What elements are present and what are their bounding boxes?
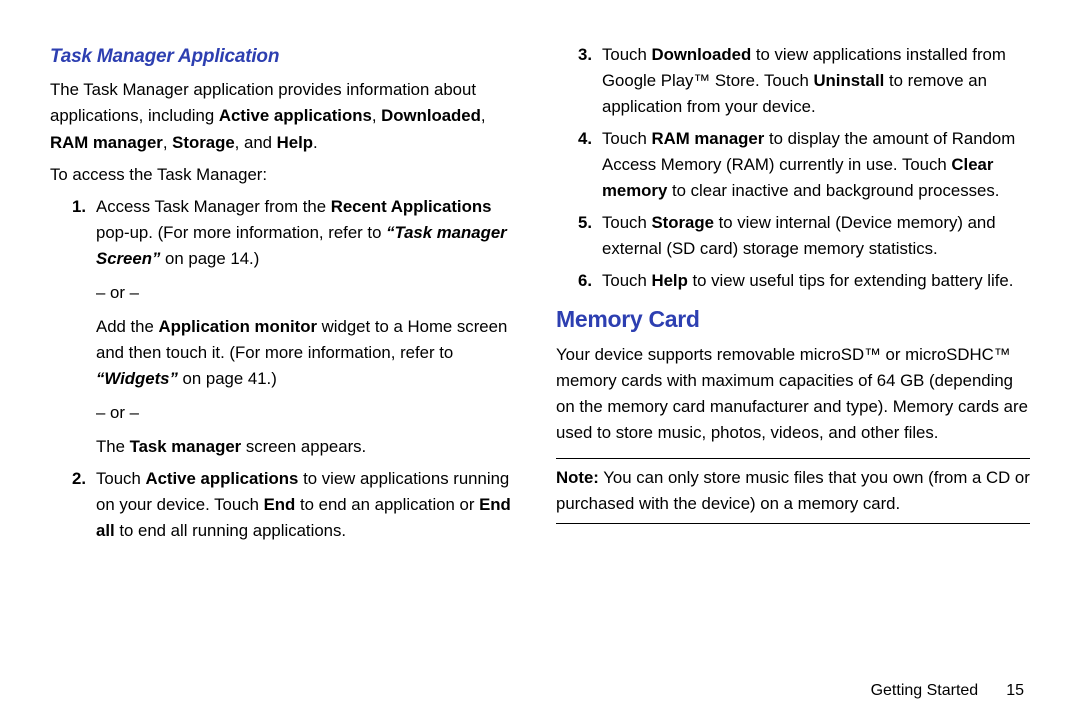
text: pop-up. (For more information, refer to bbox=[96, 223, 386, 242]
divider bbox=[556, 523, 1030, 524]
section-heading-task-manager: Task Manager Application bbox=[50, 42, 524, 71]
text: The bbox=[96, 437, 130, 456]
bold-text: Downloaded bbox=[651, 45, 751, 64]
text: Add the bbox=[96, 317, 159, 336]
bold-text: End bbox=[264, 495, 296, 514]
bold-text: RAM manager bbox=[651, 129, 764, 148]
text: , bbox=[163, 133, 172, 152]
bold-text: Storage bbox=[172, 133, 234, 152]
text: Touch bbox=[602, 213, 651, 232]
text: to view useful tips for extending batter… bbox=[688, 271, 1014, 290]
section-heading-memory-card: Memory Card bbox=[556, 302, 1030, 338]
text: Touch bbox=[96, 469, 145, 488]
text: You can only store music files that you … bbox=[556, 468, 1030, 513]
step-number: 4. bbox=[578, 126, 592, 152]
text: . bbox=[313, 133, 318, 152]
text: on page 41.) bbox=[178, 369, 277, 388]
bold-text: Task manager bbox=[130, 437, 242, 456]
or-divider: – or – bbox=[96, 400, 524, 426]
step-number: 5. bbox=[578, 210, 592, 236]
memory-card-body: Your device supports removable microSD™ … bbox=[556, 342, 1030, 446]
list-item: 2. Touch Active applications to view app… bbox=[72, 466, 524, 544]
page-footer: Getting Started 15 bbox=[50, 682, 1030, 700]
bold-text: Storage bbox=[651, 213, 713, 232]
text: , and bbox=[235, 133, 277, 152]
bold-text: Active applications bbox=[145, 469, 298, 488]
text: to end an application or bbox=[295, 495, 479, 514]
text-block: Add the Application monitor widget to a … bbox=[96, 314, 524, 392]
bold-text: Help bbox=[651, 271, 687, 290]
text-block: The Task manager screen appears. bbox=[96, 434, 524, 460]
intro-paragraph: The Task Manager application provides in… bbox=[50, 77, 524, 155]
right-column: 3. Touch Downloaded to view applications… bbox=[556, 42, 1030, 682]
text: , bbox=[481, 106, 486, 125]
footer-section: Getting Started bbox=[871, 682, 979, 700]
note-label: Note: bbox=[556, 468, 599, 487]
step-number: 3. bbox=[578, 42, 592, 68]
step-number: 2. bbox=[72, 466, 86, 492]
text: to clear inactive and background process… bbox=[667, 181, 999, 200]
list-item: 4. Touch RAM manager to display the amou… bbox=[578, 126, 1030, 204]
step-number: 6. bbox=[578, 268, 592, 294]
bold-text: Recent Applications bbox=[331, 197, 492, 216]
or-divider: – or – bbox=[96, 280, 524, 306]
list-item: 6. Touch Help to view useful tips for ex… bbox=[578, 268, 1030, 294]
footer-page-number: 15 bbox=[1006, 682, 1024, 700]
divider bbox=[556, 458, 1030, 459]
text: Touch bbox=[602, 271, 651, 290]
text: on page 14.) bbox=[160, 249, 259, 268]
list-item: 3. Touch Downloaded to view applications… bbox=[578, 42, 1030, 120]
xref: “Widgets” bbox=[96, 369, 178, 388]
bold-text: Help bbox=[277, 133, 313, 152]
list-item: 1. Access Task Manager from the Recent A… bbox=[72, 194, 524, 460]
bold-text: Downloaded bbox=[381, 106, 481, 125]
text: , bbox=[372, 106, 381, 125]
steps-list-left: 1. Access Task Manager from the Recent A… bbox=[50, 194, 524, 544]
note-block: Note: You can only store music files tha… bbox=[556, 458, 1030, 524]
bold-text: Application monitor bbox=[159, 317, 317, 336]
text: Access Task Manager from the bbox=[96, 197, 331, 216]
text: Touch bbox=[602, 129, 651, 148]
text: Touch bbox=[602, 45, 651, 64]
note-text: Note: You can only store music files tha… bbox=[556, 465, 1030, 517]
bold-text: Active applications bbox=[219, 106, 372, 125]
list-item: 5. Touch Storage to view internal (Devic… bbox=[578, 210, 1030, 262]
access-line: To access the Task Manager: bbox=[50, 162, 524, 188]
bold-text: RAM manager bbox=[50, 133, 163, 152]
text: to end all running applications. bbox=[115, 521, 346, 540]
bold-text: Uninstall bbox=[813, 71, 884, 90]
left-column: Task Manager Application The Task Manage… bbox=[50, 42, 524, 682]
step-number: 1. bbox=[72, 194, 86, 220]
steps-list-right: 3. Touch Downloaded to view applications… bbox=[556, 42, 1030, 294]
text: screen appears. bbox=[241, 437, 366, 456]
